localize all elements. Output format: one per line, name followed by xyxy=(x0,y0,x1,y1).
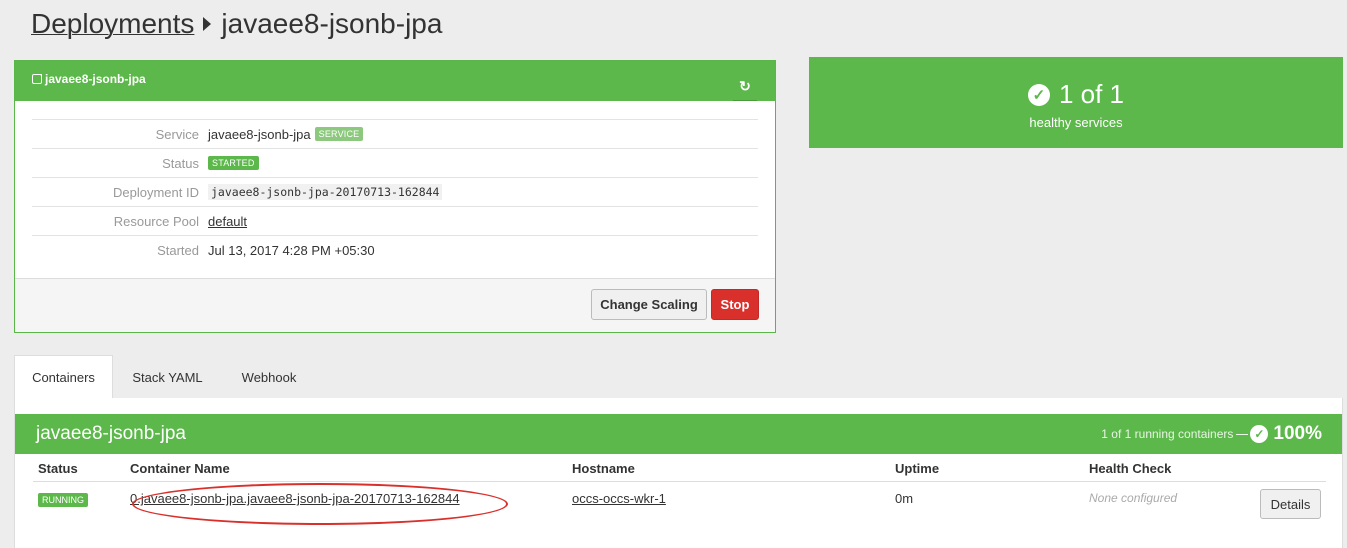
detail-row-service: Service javaee8-jsonb-jpa SERVICE xyxy=(32,119,758,148)
col-status-header: Status xyxy=(38,461,78,476)
deployment-panel-header: javaee8-jsonb-jpa ↻ xyxy=(15,61,775,101)
detail-row-resource-pool: Resource Pool default xyxy=(32,206,758,235)
change-scaling-button[interactable]: Change Scaling xyxy=(591,289,707,320)
summary-dash xyxy=(1236,433,1249,435)
tab-webhook[interactable]: Webhook xyxy=(226,355,312,399)
deployment-id-value: javaee8-jsonb-jpa-20170713-162844 xyxy=(208,184,443,200)
detail-row-deployment-id: Deployment ID javaee8-jsonb-jpa-20170713… xyxy=(32,177,758,206)
service-label: Service xyxy=(155,126,199,142)
running-percent: 100% xyxy=(1273,423,1322,444)
tab-bar: Containers Stack YAML Webhook xyxy=(14,355,1343,399)
tab-stack-yaml[interactable]: Stack YAML xyxy=(121,355,214,399)
external-link-icon xyxy=(32,74,42,84)
status-label: Status xyxy=(162,155,199,171)
tab-containers[interactable]: Containers xyxy=(14,355,113,399)
details-button[interactable]: Details xyxy=(1260,489,1321,519)
deployment-details: Service javaee8-jsonb-jpa SERVICE Status… xyxy=(32,119,758,279)
deployment-id-label: Deployment ID xyxy=(113,184,199,200)
health-caption: healthy services xyxy=(1029,115,1123,130)
check-circle-icon: ✓ xyxy=(1027,83,1050,106)
service-badge: SERVICE xyxy=(314,127,364,141)
breadcrumb-separator-icon xyxy=(203,17,212,31)
deployment-panel-footer: Change Scaling Stop xyxy=(15,278,775,332)
running-count: 1 of 1 running containers xyxy=(1101,427,1234,441)
detail-row-started: Started Jul 13, 2017 4:28 PM +05:30 xyxy=(32,235,758,264)
deployment-panel-title: javaee8-jsonb-jpa xyxy=(32,72,146,86)
stop-button[interactable]: Stop xyxy=(711,289,759,320)
deployment-panel-title-text: javaee8-jsonb-jpa xyxy=(45,72,146,86)
refresh-button[interactable]: ↻ xyxy=(733,73,757,101)
resource-pool-label: Resource Pool xyxy=(113,213,199,229)
col-health-header: Health Check xyxy=(1089,461,1172,476)
hostname-link[interactable]: occs-occs-wkr-1 xyxy=(572,491,666,506)
check-circle-small-icon: ✓ xyxy=(1250,425,1269,443)
table-row: RUNNING 0.javaee8-jsonb-jpa.javaee8-json… xyxy=(33,482,1326,525)
status-badge: STARTED xyxy=(208,156,259,170)
health-headline: 1 of 1 xyxy=(1058,79,1125,109)
started-label: Started xyxy=(157,242,199,258)
service-summary-bar: javaee8-jsonb-jpa 1 of 1 running contain… xyxy=(15,414,1342,454)
service-value: javaee8-jsonb-jpa xyxy=(208,126,311,142)
col-hostname-header: Hostname xyxy=(572,461,635,476)
service-summary-name: javaee8-jsonb-jpa xyxy=(36,423,186,444)
page-title: javaee8-jsonb-jpa xyxy=(221,8,443,39)
container-name-link[interactable]: 0.javaee8-jsonb-jpa.javaee8-jsonb-jpa-20… xyxy=(130,491,460,506)
health-summary-card: ✓ 1 of 1 healthy services xyxy=(809,57,1343,148)
running-status-badge: RUNNING xyxy=(38,493,88,507)
breadcrumb: Deployments javaee8-jsonb-jpa xyxy=(31,8,442,40)
refresh-icon: ↻ xyxy=(739,78,751,94)
uptime-value: 0m xyxy=(895,491,914,506)
deployment-panel: javaee8-jsonb-jpa ↻ Service javaee8-json… xyxy=(14,60,776,333)
details-fade xyxy=(32,261,758,279)
started-value: Jul 13, 2017 4:28 PM +05:30 xyxy=(208,242,375,258)
col-uptime-header: Uptime xyxy=(895,461,940,476)
col-name-header: Container Name xyxy=(130,461,230,476)
containers-tab-content: javaee8-jsonb-jpa 1 of 1 running contain… xyxy=(14,398,1343,548)
breadcrumb-deployments-link[interactable]: Deployments xyxy=(31,8,194,40)
detail-row-status: Status STARTED xyxy=(32,148,758,177)
containers-table-header: Status Container Name Hostname Uptime He… xyxy=(33,456,1326,482)
resource-pool-link[interactable]: default xyxy=(208,214,247,229)
health-check-value: None configured xyxy=(1089,491,1178,505)
